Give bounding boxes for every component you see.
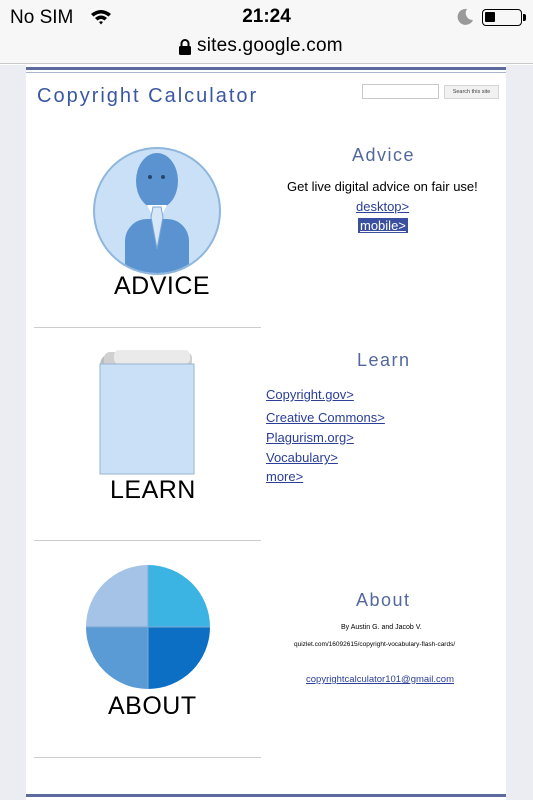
about-heading: About [356,590,411,610]
address-bar[interactable]: sites.google.com [0,34,533,64]
about-image[interactable] [84,563,212,691]
more-link[interactable]: more> [266,469,303,484]
lock-icon [179,39,191,55]
creative-commons-link[interactable]: Creative Commons> [266,410,385,425]
battery-icon [482,9,522,26]
site-title[interactable]: Copyright Calculator [37,85,258,108]
copyright-gov-link[interactable]: Copyright.gov> [266,387,354,402]
page-viewport: Copyright Calculator Search this site AD… [0,65,533,800]
learn-image[interactable] [96,348,200,476]
advice-heading: Advice [352,145,416,165]
page-content: Copyright Calculator Search this site AD… [26,65,506,800]
advice-image-caption: ADVICE [114,272,211,300]
advice-desktop-link[interactable]: desktop> [356,199,409,214]
clock: 21:24 [242,6,291,27]
battery-tip [523,14,526,21]
status-bar: No SIM 21:24 [0,0,533,34]
learn-image-caption: LEARN [110,476,196,504]
section-divider [34,540,261,541]
section-divider [34,757,261,758]
about-email-link[interactable]: copyrightcalculator101@gmail.com [306,674,454,685]
search-button[interactable]: Search this site [444,85,499,99]
do-not-disturb-moon-icon [457,8,473,25]
about-quizlet: quizlet.com/16092615/copyright-vocabular… [294,641,456,648]
header-rule-thin [26,72,506,73]
about-image-caption: ABOUT [108,692,197,720]
section-divider [34,327,261,328]
advice-mobile-link[interactable]: mobile> [358,218,408,233]
about-authors: By Austin G. and Jacob V. [341,624,422,631]
search-input[interactable] [362,84,439,99]
advice-description: Get live digital advice on fair use! [287,179,478,194]
learn-heading: Learn [357,350,411,370]
header-rule [26,67,506,70]
url-text[interactable]: sites.google.com [197,35,343,57]
advice-image[interactable] [91,145,223,277]
vocabulary-link[interactable]: Vocabulary> [266,450,338,465]
plagurism-link[interactable]: Plagurism.org> [266,430,354,445]
footer-rule [26,794,506,797]
